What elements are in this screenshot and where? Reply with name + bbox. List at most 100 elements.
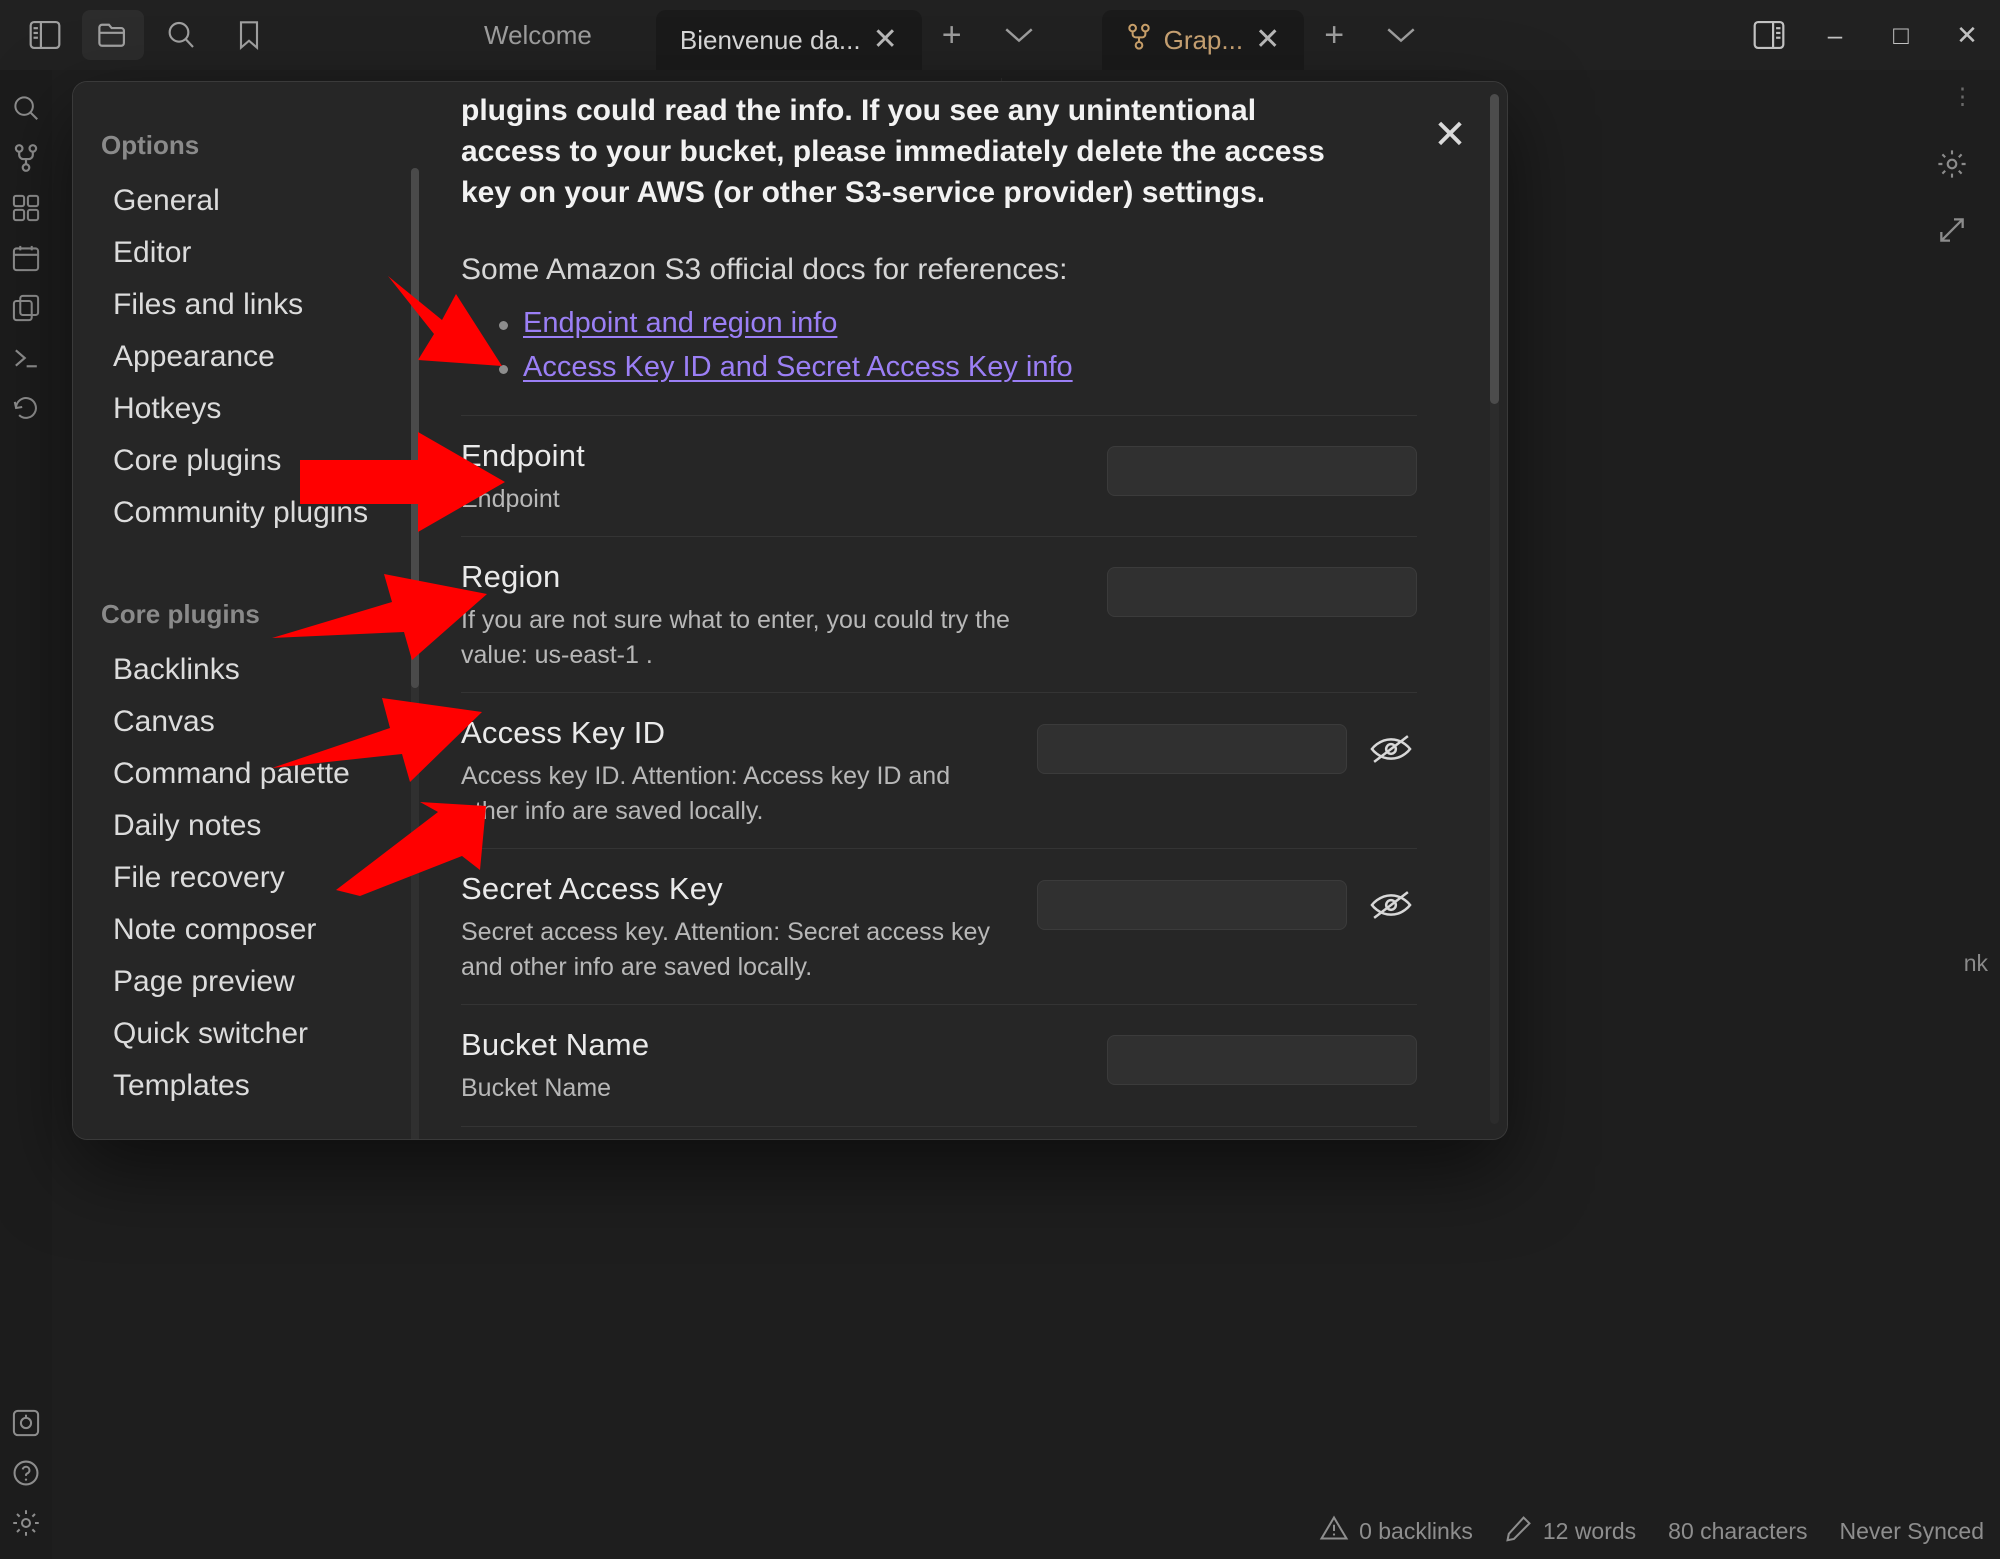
- copy-files-icon[interactable]: [2, 284, 50, 332]
- setting-info: Endpoint Endpoint: [461, 438, 585, 517]
- list-item: Access Key ID and Secret Access Key info: [461, 349, 1417, 387]
- ribbon-bottom-group: [2, 1399, 50, 1559]
- content-scrollbar-thumb[interactable]: [1490, 94, 1499, 404]
- character-count: 80 characters: [1668, 1517, 1808, 1544]
- sidebar-item-hotkeys[interactable]: Hotkeys: [85, 383, 419, 435]
- setting-row-endpoint: Endpoint Endpoint: [461, 414, 1417, 537]
- sidebar-item-community-plugins[interactable]: Community plugins: [85, 487, 419, 539]
- close-icon[interactable]: ✕: [1427, 112, 1473, 158]
- eye-off-icon[interactable]: [1365, 723, 1417, 775]
- setting-control: [1037, 871, 1417, 931]
- setting-name-secret-access-key: Secret Access Key: [461, 871, 723, 907]
- sidebar-item-file-recovery[interactable]: File recovery: [85, 852, 419, 904]
- history-icon[interactable]: [2, 384, 50, 432]
- endpoint-input[interactable]: [1107, 445, 1417, 496]
- setting-info: Access Key ID Access key ID. Attention: …: [461, 715, 1013, 828]
- vault-icon[interactable]: [2, 1399, 50, 1447]
- sidebar-item-files-and-links[interactable]: Files and links: [85, 279, 419, 331]
- setting-control: [1107, 559, 1417, 618]
- setting-desc-secret-access-key: Secret access key. Attention: Secret acc…: [461, 918, 990, 981]
- settings-nav: Options General Editor Files and links A…: [73, 82, 431, 1139]
- search-icon[interactable]: [150, 10, 212, 60]
- setting-info: Bucket Name Bucket Name: [461, 1027, 649, 1106]
- new-tab-button[interactable]: +: [922, 16, 982, 55]
- close-icon[interactable]: ✕: [873, 25, 898, 55]
- graph-settings-gear-icon[interactable]: [1928, 140, 1976, 188]
- terminal-icon[interactable]: [2, 334, 50, 382]
- minimize-button[interactable]: –: [1802, 0, 1868, 70]
- restore-graph-icon[interactable]: [1928, 206, 1976, 254]
- tab-welcome[interactable]: Welcome: [460, 2, 616, 68]
- new-tab-button-2[interactable]: +: [1304, 16, 1364, 55]
- bucket-name-input[interactable]: [1107, 1035, 1417, 1086]
- calendar-icon[interactable]: [2, 234, 50, 282]
- sidebar-item-command-palette[interactable]: Command palette: [85, 748, 419, 800]
- nav-heading-options: Options: [101, 130, 200, 160]
- link-access-key-info[interactable]: Access Key ID and Secret Access Key info: [523, 351, 1073, 383]
- pencil-icon: [1505, 1514, 1533, 1548]
- tab-label: Grap...: [1163, 24, 1244, 55]
- nav-scrollbar[interactable]: [411, 168, 419, 1139]
- git-branch-icon[interactable]: [2, 134, 50, 182]
- setting-name-access-key-id: Access Key ID: [461, 715, 666, 751]
- settings-modal: Options General Editor Files and links A…: [73, 82, 1507, 1139]
- sync-status[interactable]: Never Synced: [1832, 1518, 1992, 1545]
- setting-name-bucket-name: Bucket Name: [461, 1027, 650, 1063]
- setting-row-secret-access-key: Secret Access Key Secret access key. Att…: [461, 848, 1417, 1004]
- nav-scrollbar-thumb[interactable]: [411, 168, 419, 688]
- setting-desc-endpoint: Endpoint: [461, 484, 560, 513]
- sidebar-item-note-composer[interactable]: Note composer: [85, 904, 419, 956]
- sidebar-item-quick-switcher[interactable]: Quick switcher: [85, 1008, 419, 1060]
- secret-access-key-input[interactable]: [1037, 880, 1347, 931]
- folder-icon[interactable]: [82, 10, 144, 60]
- tab-graph[interactable]: Grap... ✕: [1101, 10, 1305, 70]
- close-icon[interactable]: ✕: [1255, 25, 1280, 55]
- setting-desc-bucket-name: Bucket Name: [461, 1074, 612, 1103]
- region-input[interactable]: [1107, 567, 1417, 618]
- backlinks-count: 0 backlinks: [1359, 1517, 1473, 1544]
- sidebar-item-editor[interactable]: Editor: [85, 227, 419, 279]
- gear-icon[interactable]: [2, 1499, 50, 1547]
- chevron-down-icon-2[interactable]: [1364, 25, 1438, 45]
- quick-search-icon[interactable]: [2, 84, 50, 132]
- more-options-icon-2[interactable]: ⋮: [1951, 83, 1974, 110]
- close-window-button[interactable]: ✕: [1934, 0, 2000, 70]
- tab-label: Bienvenue da...: [679, 24, 861, 55]
- security-warning-text: plugins could read the info. If you see …: [461, 94, 1325, 210]
- bookmark-icon[interactable]: [218, 10, 280, 60]
- sidebar-item-appearance[interactable]: Appearance: [85, 331, 419, 383]
- backlinks-status[interactable]: 0 backlinks: [1311, 1514, 1481, 1548]
- help-icon[interactable]: [2, 1449, 50, 1497]
- toggle-sidebar-icon[interactable]: [14, 10, 76, 60]
- sidebar-item-backlinks[interactable]: Backlinks: [85, 644, 419, 696]
- eye-off-icon[interactable]: [1365, 879, 1417, 931]
- setting-name-region: Region: [461, 559, 561, 595]
- sidebar-item-canvas[interactable]: Canvas: [85, 696, 419, 748]
- chevron-down-icon[interactable]: [982, 25, 1056, 45]
- word-count-status[interactable]: 12 words: [1497, 1514, 1644, 1548]
- split-right-icon[interactable]: [1736, 0, 1802, 70]
- window-controls: – □ ✕: [1736, 0, 2000, 70]
- left-ribbon: [0, 70, 52, 1559]
- obsidian-app-window: Welcome Bienvenue da... ✕ + Grap... ✕ + …: [0, 0, 2000, 1559]
- tab-bienvenue[interactable]: Bienvenue da... ✕: [655, 10, 922, 70]
- docs-lead-text: Some Amazon S3 official docs for referen…: [461, 253, 1068, 287]
- settings-content-pane: ✕ plugins could read the info. If you se…: [431, 82, 1507, 1139]
- maximize-button[interactable]: □: [1868, 0, 1934, 70]
- content-scrollbar[interactable]: [1490, 94, 1499, 1124]
- link-endpoint-region-info[interactable]: Endpoint and region info: [523, 307, 837, 339]
- character-count-status[interactable]: 80 characters: [1660, 1518, 1815, 1545]
- sidebar-item-daily-notes[interactable]: Daily notes: [85, 800, 419, 852]
- titlebar: Welcome Bienvenue da... ✕ + Grap... ✕ + …: [0, 0, 2000, 70]
- sync-label: Never Synced: [1839, 1517, 1984, 1544]
- right-ribbon: [1922, 140, 1982, 254]
- setting-info: Secret Access Key Secret access key. Att…: [461, 871, 1013, 984]
- sidebar-item-core-plugins[interactable]: Core plugins: [85, 435, 419, 487]
- tab-strip: Welcome Bienvenue da... ✕ + Grap... ✕ +: [280, 0, 1736, 70]
- sidebar-item-general[interactable]: General: [85, 175, 419, 227]
- canvas-grid-icon[interactable]: [2, 184, 50, 232]
- access-key-id-input[interactable]: [1037, 724, 1347, 775]
- sidebar-item-templates[interactable]: Templates: [85, 1060, 419, 1112]
- sidebar-item-page-preview[interactable]: Page preview: [85, 956, 419, 1008]
- setting-info: Region If you are not sure what to enter…: [461, 559, 1083, 672]
